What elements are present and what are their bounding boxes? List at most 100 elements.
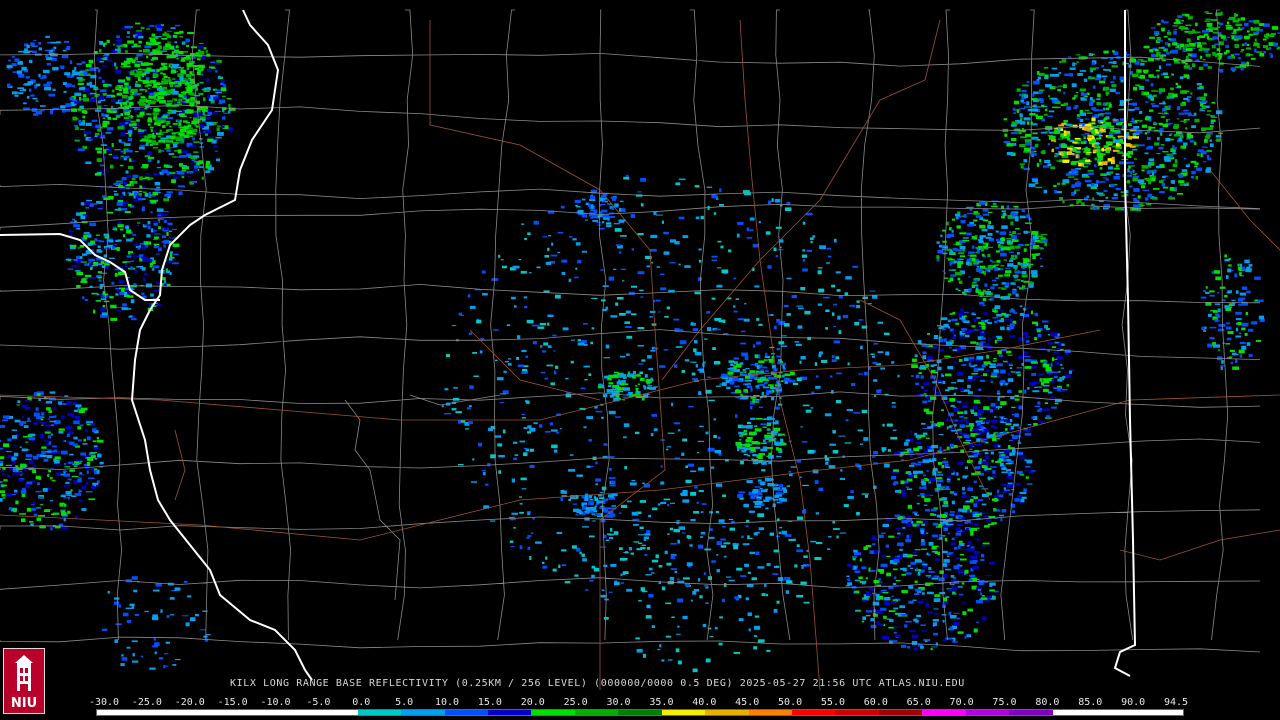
echo-cell: [933, 426, 938, 428]
echo-cell: [1108, 166, 1113, 170]
echo-cell: [990, 381, 993, 383]
echo-cell: [1008, 493, 1013, 496]
echo-cell: [148, 62, 153, 66]
echo-cell: [973, 375, 981, 377]
echo-cell: [1213, 28, 1217, 30]
echo-cell: [624, 466, 627, 470]
echo-cell: [1246, 290, 1251, 294]
echo-cell: [990, 286, 995, 290]
echo-cell: [1045, 415, 1051, 418]
echo-cell: [965, 500, 971, 503]
echo-cell: [962, 611, 967, 615]
echo-cell: [1091, 62, 1095, 65]
echo-cell: [963, 505, 970, 510]
echo-cell: [35, 475, 41, 480]
echo-cell: [924, 478, 928, 479]
echo-cell: [153, 238, 158, 240]
echo-cell: [1220, 24, 1223, 26]
echo-cell: [120, 66, 124, 68]
echo-cell: [156, 199, 159, 202]
echo-cell: [1119, 101, 1124, 106]
echo-cell: [977, 250, 980, 254]
echo-cell: [1001, 312, 1007, 316]
echo-cell: [220, 87, 227, 92]
echo-cell: [1047, 334, 1051, 336]
echo-cell: [65, 490, 72, 495]
echo-cell: [58, 401, 62, 405]
echo-cell: [913, 447, 919, 452]
echo-cell: [54, 460, 60, 464]
echo-cell: [45, 401, 53, 404]
echo-cell: [1034, 337, 1038, 341]
echo-cell: [71, 99, 78, 102]
echo-cell: [1254, 276, 1261, 280]
echo-cell: [1215, 12, 1222, 16]
echo-cell: [1119, 138, 1123, 143]
echo-cell: [147, 98, 154, 100]
echo-cell: [20, 490, 27, 494]
echo-cell: [1174, 61, 1181, 64]
echo-cell: [1085, 146, 1089, 149]
echo-cell: [1179, 43, 1185, 47]
echo-cell: [91, 97, 95, 99]
echo-cell: [162, 115, 168, 118]
echo-cell: [83, 232, 90, 234]
echo-cell: [154, 181, 161, 186]
echo-cell: [469, 305, 476, 309]
echo-cell: [972, 281, 977, 284]
echo-cell: [1080, 141, 1087, 144]
echo-cell: [1021, 209, 1025, 213]
echo-cell: [1057, 182, 1061, 186]
echo-cell: [947, 532, 951, 535]
echo-cell: [989, 225, 994, 230]
echo-cell: [1069, 73, 1073, 77]
echo-cell: [22, 435, 28, 438]
echo-cell: [953, 612, 960, 614]
echo-cell: [954, 493, 957, 496]
echo-cell: [49, 391, 56, 394]
echo-cell: [119, 164, 124, 167]
echo-cell: [1014, 394, 1019, 397]
echo-cell: [165, 138, 173, 140]
echo-cell: [1022, 84, 1029, 87]
echo-cell: [148, 123, 151, 126]
echo-cell: [1007, 378, 1014, 382]
echo-cell: [955, 532, 961, 536]
echo-cell: [1154, 142, 1160, 146]
echo-cell: [1206, 132, 1213, 135]
echo-cell: [114, 48, 121, 51]
echo-cell: [6, 451, 12, 453]
echo-cell: [987, 476, 991, 481]
echo-cell: [1229, 356, 1233, 358]
echo-cell: [1241, 49, 1245, 51]
echo-cell: [33, 464, 36, 469]
echo-cell: [1210, 119, 1216, 122]
echo-cell: [1019, 474, 1025, 476]
echo-cell: [981, 267, 987, 269]
echo-cell: [953, 387, 958, 390]
echo-cell: [1169, 154, 1174, 158]
echo-cell: [191, 46, 198, 49]
echo-cell: [189, 130, 192, 134]
echo-cell: [933, 632, 938, 636]
echo-cell: [1144, 132, 1148, 135]
echo-cell: [973, 280, 979, 282]
echo-cell: [1173, 125, 1179, 128]
echo-cell: [156, 167, 161, 169]
echo-cell: [957, 631, 964, 634]
echo-cell: [1009, 309, 1016, 313]
echo-cell: [890, 600, 897, 604]
echo-cell: [205, 116, 211, 119]
echo-cell: [63, 484, 70, 487]
echo-cell: [120, 208, 128, 211]
echo-cell: [978, 328, 981, 331]
echo-cell: [982, 304, 986, 307]
echo-cell: [926, 411, 933, 415]
echo-cell: [962, 291, 965, 294]
echo-cell: [1229, 16, 1236, 20]
echo-cell: [202, 109, 208, 112]
echo-cell: [139, 242, 144, 245]
echo-cell: [7, 455, 12, 459]
echo-cell: [46, 455, 53, 459]
echo-cell: [1091, 135, 1095, 139]
